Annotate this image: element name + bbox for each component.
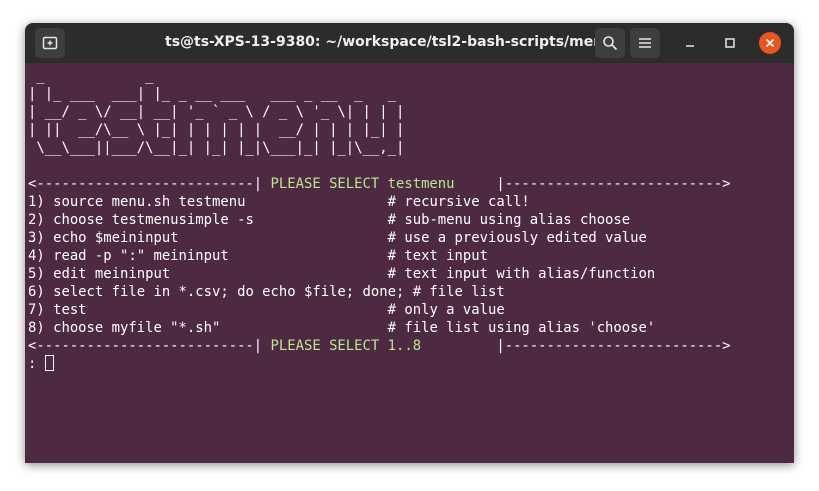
new-tab-icon bbox=[42, 36, 58, 50]
banner-line: | || __/\__ \ |_| | | | | | __/ | | | |_… bbox=[28, 122, 405, 138]
menu-item-command: source menu.sh testmenu bbox=[44, 194, 388, 210]
header-title: PLEASE SELECT testmenu bbox=[270, 176, 455, 192]
menu-item-comment: # text input with alias/function bbox=[387, 266, 656, 282]
footer-title: PLEASE SELECT 1..8 bbox=[270, 338, 422, 354]
menu-item-comment: # file list bbox=[412, 284, 505, 300]
menu-item: 5) edit meininput # text input with alia… bbox=[28, 265, 792, 283]
banner-line: \__\___||___/\__|_| |_| |_|\___|_| |_|\_… bbox=[28, 140, 405, 156]
menu-item: 3) echo $meininput # use a previously ed… bbox=[28, 229, 792, 247]
search-button[interactable] bbox=[595, 28, 625, 58]
menu-item-command: read -p ":" meininput bbox=[44, 248, 388, 264]
footer-right-rule: |--------------------------> bbox=[421, 338, 731, 354]
menu-item-comment: # use a previously edited value bbox=[387, 230, 647, 246]
menu-header: <--------------------------| PLEASE SELE… bbox=[28, 175, 792, 193]
menu-item: 8) choose myfile "*.sh" # file list usin… bbox=[28, 319, 792, 337]
minimize-icon bbox=[686, 45, 694, 47]
terminal-window: ts@ts-XPS-13-9380: ~/workspace/tsl2-bash… bbox=[25, 23, 794, 463]
menu-footer: <--------------------------| PLEASE SELE… bbox=[28, 337, 792, 355]
menu-item-comment: # recursive call! bbox=[387, 194, 530, 210]
banner-line: | |_ ___ ___| |_ _ __ ___ ___ _ __ _ _ bbox=[28, 86, 396, 102]
close-icon bbox=[765, 38, 775, 48]
menu-item-number: 1) bbox=[28, 194, 45, 210]
menu-item-number: 2) bbox=[28, 212, 45, 228]
banner-line: _ _ bbox=[28, 68, 154, 84]
menu-item: 2) choose testmenusimple -s # sub-menu u… bbox=[28, 211, 792, 229]
footer-left-rule: <--------------------------| bbox=[28, 338, 271, 354]
menu-item-number: 6) bbox=[28, 284, 45, 300]
hamburger-menu-icon bbox=[639, 38, 651, 48]
menu-item-command: edit meininput bbox=[44, 266, 388, 282]
menu-item: 4) read -p ":" meininput # text input bbox=[28, 247, 792, 265]
menu-item-comment: # sub-menu using alias choose bbox=[387, 212, 631, 228]
maximize-button[interactable] bbox=[720, 33, 740, 53]
header-right-rule: |--------------------------> bbox=[454, 176, 731, 192]
prompt-line[interactable]: : bbox=[28, 355, 792, 373]
menu-item: 7) test # only a value bbox=[28, 301, 792, 319]
terminal-output[interactable]: _ _ | |_ ___ ___| |_ _ __ ___ ___ _ __ _… bbox=[28, 67, 792, 461]
header-left-rule: <--------------------------| bbox=[28, 176, 271, 192]
menu-item-command: select file in *.csv; do echo $file; don… bbox=[44, 284, 413, 300]
new-tab-button[interactable] bbox=[35, 28, 65, 58]
minimize-button[interactable] bbox=[680, 33, 700, 53]
menu-item-number: 3) bbox=[28, 230, 45, 246]
menu-item-command: choose myfile "*.sh" bbox=[44, 320, 388, 336]
text-cursor[interactable] bbox=[44, 355, 54, 371]
menu-item-command: choose testmenusimple -s bbox=[44, 212, 388, 228]
menu-item-command: test bbox=[44, 302, 388, 318]
menu-item-number: 7) bbox=[28, 302, 45, 318]
menu-item-number: 8) bbox=[28, 320, 45, 336]
close-button[interactable] bbox=[759, 32, 781, 54]
menu-item-command: echo $meininput bbox=[44, 230, 388, 246]
title-bar[interactable]: ts@ts-XPS-13-9380: ~/workspace/tsl2-bash… bbox=[25, 23, 794, 63]
menu-item-comment: # text input bbox=[387, 248, 488, 264]
prompt-text: : bbox=[28, 356, 45, 372]
menu-item: 6) select file in *.csv; do echo $file; … bbox=[28, 283, 792, 301]
menu-item-number: 4) bbox=[28, 248, 45, 264]
menu-button[interactable] bbox=[630, 28, 660, 58]
menu-item-comment: # only a value bbox=[387, 302, 505, 318]
maximize-icon bbox=[725, 38, 735, 48]
search-icon bbox=[603, 36, 618, 51]
menu-item-number: 5) bbox=[28, 266, 45, 282]
menu-item: 1) source menu.sh testmenu # recursive c… bbox=[28, 193, 792, 211]
window-title: ts@ts-XPS-13-9380: ~/workspace/tsl2-bash… bbox=[165, 34, 614, 50]
menu-item-comment: # file list using alias 'choose' bbox=[387, 320, 656, 336]
banner-line: | __/ _ \/ __| __| '_ ` _ \ / _ \ '_ \| … bbox=[28, 104, 405, 120]
